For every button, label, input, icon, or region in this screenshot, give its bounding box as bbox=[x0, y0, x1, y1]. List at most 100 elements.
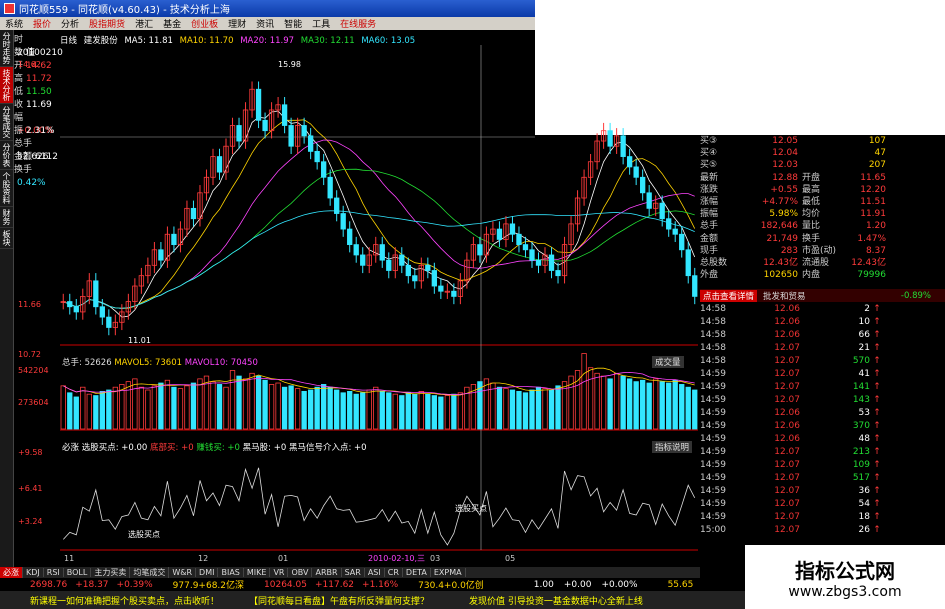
indicator-tab[interactable]: DMI bbox=[196, 568, 219, 577]
indicator-tab[interactable]: MIKE bbox=[244, 568, 271, 577]
candle-body bbox=[216, 156, 223, 173]
left-tab[interactable]: 分时走势 bbox=[0, 30, 13, 67]
chart-area[interactable]: 15.9811.01选股买点选股买点11 12 01 2010-02-10,三 03 05 bbox=[60, 45, 700, 567]
tick-volume: 48 bbox=[858, 434, 870, 444]
buy-label: 选股买点 bbox=[128, 529, 160, 539]
left-tab[interactable]: 分笔成交 bbox=[0, 104, 13, 141]
tick-price: 12.07 bbox=[774, 369, 800, 379]
ind-axis-2: +6.41 bbox=[18, 484, 43, 493]
quote-label: 买④ bbox=[700, 148, 718, 159]
info-row: 收 11.69 bbox=[14, 99, 60, 112]
volume-bar bbox=[340, 392, 346, 430]
info-row: 高 11.72 bbox=[14, 73, 60, 86]
volume-bar bbox=[151, 385, 158, 430]
news-3[interactable]: 发现价值 引导投资一基金数据中心全新上线 bbox=[469, 594, 643, 607]
indicator-tab[interactable]: W&R bbox=[169, 568, 197, 577]
indicator-tab[interactable]: OBV bbox=[288, 568, 313, 577]
ind-c: 赚钱买: +0 bbox=[196, 443, 240, 453]
indicator-tab[interactable]: VR bbox=[270, 568, 289, 577]
indicator-tab[interactable]: BIAS bbox=[218, 568, 244, 577]
volume-bar bbox=[412, 393, 418, 430]
cy-index: 1.00 bbox=[533, 579, 554, 590]
indicator-tab[interactable]: 必涨 bbox=[0, 567, 23, 578]
quote-label2: 市盈(动) bbox=[802, 245, 837, 256]
candle-body bbox=[399, 254, 405, 266]
left-tab[interactable]: 个股资料 bbox=[0, 170, 13, 207]
indicator-tab[interactable]: CR bbox=[385, 568, 403, 577]
candle-body bbox=[431, 270, 437, 287]
quote-label: 最新 bbox=[700, 172, 719, 183]
left-tab[interactable]: 板块 bbox=[0, 228, 13, 249]
tick-row: 14:58 12.06 66 ↑ bbox=[700, 329, 945, 342]
volume-bar bbox=[581, 353, 587, 430]
volume-bar bbox=[535, 386, 542, 430]
indicator-tab[interactable]: KDJ bbox=[23, 568, 44, 577]
tick-time: 14:58 bbox=[700, 317, 726, 327]
indicator-tab[interactable]: EXPMA bbox=[431, 568, 466, 577]
candle-body bbox=[535, 259, 542, 266]
arrow-up-icon: ↑ bbox=[873, 330, 881, 340]
quote-label: 振幅 bbox=[700, 209, 719, 220]
menu-item[interactable]: 港汇 bbox=[130, 17, 158, 30]
candle-body bbox=[93, 280, 99, 308]
volume-bar bbox=[685, 386, 691, 430]
menu-item[interactable]: 智能 bbox=[279, 17, 307, 30]
indicator-tab[interactable]: ASI bbox=[365, 568, 385, 577]
volume-bar bbox=[262, 379, 268, 430]
quote-row: 振幅 5.98% 均价 11.91 bbox=[700, 208, 945, 220]
indicator-tab[interactable]: 主力买卖 bbox=[91, 567, 131, 578]
left-tab[interactable]: 分价表 bbox=[0, 141, 13, 170]
candle-body bbox=[425, 264, 431, 271]
volume-bar bbox=[607, 378, 613, 430]
indicator-tab[interactable]: ARBR bbox=[312, 568, 342, 577]
price-axis-mid: 11.66 bbox=[18, 300, 41, 309]
detail-button[interactable]: 点击查看详情 bbox=[700, 289, 758, 302]
volume-bar bbox=[288, 385, 294, 430]
news-1[interactable]: 新课程一如何准确把握个股买卖点，点击收听！ bbox=[30, 594, 219, 607]
tick-price: 12.07 bbox=[774, 343, 800, 353]
volume-bar bbox=[314, 386, 320, 430]
quote-label: 买⑤ bbox=[700, 160, 718, 171]
left-tab[interactable]: 技术分析 bbox=[0, 67, 13, 104]
arrow-up-icon: ↑ bbox=[873, 434, 881, 444]
ind-d: 黑马股: +0 bbox=[242, 443, 287, 453]
info-value: 值 bbox=[26, 48, 36, 58]
indicator-tab[interactable]: 均笔成交 bbox=[130, 567, 170, 578]
menu-item[interactable]: 分析 bbox=[56, 17, 84, 30]
menu-item[interactable]: 基金 bbox=[158, 17, 186, 30]
arrow-up-icon: ↑ bbox=[873, 343, 881, 353]
menu-item[interactable]: 工具 bbox=[307, 17, 335, 30]
tick-time: 14:58 bbox=[700, 330, 726, 340]
info-value: 11.50 bbox=[26, 87, 52, 97]
tick-time: 15:00 bbox=[700, 525, 726, 535]
sh-index: 2698.76 bbox=[30, 579, 68, 590]
menu-item[interactable]: 创业板 bbox=[186, 17, 223, 30]
volume-bar bbox=[516, 390, 522, 430]
menu-item[interactable]: 资讯 bbox=[251, 17, 279, 30]
menu-item[interactable]: 系统 bbox=[0, 17, 28, 30]
arrow-up-icon: ↑ bbox=[873, 369, 881, 379]
tick-volume: 41 bbox=[858, 369, 870, 379]
menu-item[interactable]: 理财 bbox=[223, 17, 251, 30]
arrow-up-icon: ↑ bbox=[873, 382, 881, 392]
tick-row: 14:59 12.07 41 ↑ bbox=[700, 368, 945, 381]
tick-time: 14:59 bbox=[700, 486, 726, 496]
indicator-tab[interactable]: BOLL bbox=[64, 568, 92, 577]
volume-button[interactable]: 成交量 bbox=[652, 356, 684, 368]
news-2[interactable]: 【同花顺每日看盘】午盘有所反弹量何支撑？ bbox=[249, 594, 429, 607]
candle-body bbox=[405, 264, 411, 277]
quote-row: 买⑤ 12.03 207 bbox=[700, 159, 945, 171]
indicator-tab[interactable]: RSI bbox=[44, 568, 64, 577]
indicator-help-button[interactable]: 指标说明 bbox=[652, 441, 693, 453]
left-tab[interactable]: 财务 bbox=[0, 207, 13, 228]
menu-item[interactable]: 在线服务 bbox=[335, 17, 381, 30]
info-value: 2.31% bbox=[26, 126, 55, 136]
tick-price: 12.06 bbox=[774, 408, 800, 418]
indicator-tab[interactable]: DETA bbox=[403, 568, 431, 577]
menu-item[interactable]: 股指期货 bbox=[84, 17, 130, 30]
menu-item[interactable]: 报价 bbox=[28, 17, 56, 30]
volume-bar bbox=[190, 382, 197, 430]
watermark: 指标公式网 www.zbgs3.com bbox=[745, 545, 945, 609]
tick-price: 12.07 bbox=[774, 460, 800, 470]
indicator-tab[interactable]: SAR bbox=[342, 568, 365, 577]
